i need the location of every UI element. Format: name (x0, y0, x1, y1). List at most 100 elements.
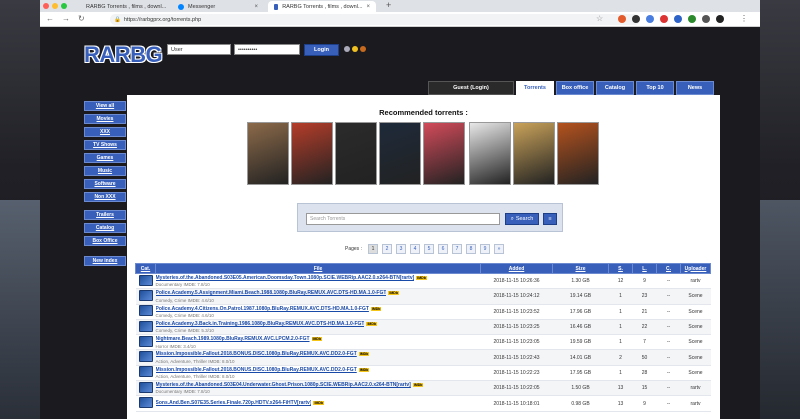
category-cell[interactable] (135, 395, 156, 412)
browser-tab[interactable]: Messenger × (172, 1, 264, 12)
comments-cell[interactable]: -- (656, 380, 681, 397)
category-icon[interactable] (138, 397, 153, 409)
recommended-poster[interactable] (379, 122, 421, 185)
comments-cell[interactable]: -- (656, 288, 681, 305)
password-input[interactable]: •••••••••• (234, 44, 300, 55)
minimize-window-icon[interactable] (52, 3, 58, 9)
browser-tab-active[interactable]: RARBG Torrents , films , downl... × (268, 1, 376, 12)
torrent-title-link[interactable]: Mysteries.of.the.Abandoned.S03E05.Americ… (156, 275, 415, 281)
comments-cell[interactable]: -- (656, 304, 681, 320)
category-icon[interactable] (138, 351, 153, 363)
torrent-title-link[interactable]: Mission.Impossible.Fallout.2018.BONUS.DI… (156, 367, 357, 373)
page-link[interactable]: 9 (479, 244, 490, 254)
search-button[interactable]: ⌕ Search (505, 213, 539, 225)
recommended-poster[interactable] (247, 122, 289, 185)
category-cell[interactable] (135, 304, 156, 320)
category-cell[interactable] (135, 288, 156, 305)
category-cell[interactable] (135, 319, 156, 336)
tab-torrents[interactable]: Torrents (516, 81, 554, 95)
sidebar-item-tv-shows[interactable]: TV Shows (84, 140, 126, 150)
browser-tab[interactable]: RARBG Torrents , films , downl... × (76, 1, 168, 12)
category-icon[interactable] (138, 274, 153, 286)
col-header-added[interactable]: Added (480, 263, 553, 274)
sidebar-item-new-index[interactable]: New index (84, 256, 126, 266)
advanced-search-toggle[interactable]: ≡ (543, 213, 557, 225)
close-tab-icon[interactable]: × (254, 4, 258, 10)
sidebar-item-view-all[interactable]: View all (84, 101, 126, 111)
sidebar-item-box-office[interactable]: Box Office (84, 236, 126, 246)
rss-icon[interactable] (360, 46, 366, 52)
next-page-link[interactable]: » (493, 244, 504, 254)
recommended-poster[interactable] (513, 122, 555, 185)
sidebar-item-trailers[interactable]: Trailers (84, 210, 126, 220)
category-icon[interactable] (138, 335, 153, 347)
recommended-poster[interactable] (557, 122, 599, 185)
profile-avatar[interactable] (716, 15, 724, 23)
torrent-title-link[interactable]: Mysteries.of.the.Abandoned.S03E04.Underw… (156, 382, 411, 388)
category-icon[interactable] (138, 305, 153, 317)
category-icon[interactable] (138, 320, 153, 332)
torrent-title-link[interactable]: Mission.Impossible.Fallout.2018.BONUS.DI… (156, 351, 357, 357)
sidebar-item-non-xxx[interactable]: Non XXX (84, 192, 126, 202)
comments-cell[interactable]: -- (656, 349, 681, 366)
col-header-size[interactable]: Size (552, 263, 609, 274)
comments-cell[interactable]: -- (656, 319, 681, 336)
new-tab-button[interactable]: + (386, 0, 391, 10)
col-header-category[interactable]: Cat. (135, 263, 156, 274)
gear-icon[interactable] (344, 46, 350, 52)
category-icon[interactable] (138, 366, 153, 378)
page-link[interactable]: 2 (381, 244, 392, 254)
col-header-seeders[interactable]: S. (608, 263, 633, 274)
login-button[interactable]: Login (304, 44, 339, 56)
bookmark-star-icon[interactable]: ☆ (596, 14, 603, 23)
maximize-window-icon[interactable] (61, 3, 67, 9)
extension-icon[interactable] (674, 15, 682, 23)
page-link[interactable]: 6 (437, 244, 448, 254)
page-link[interactable]: 3 (395, 244, 406, 254)
col-header-comments[interactable]: C. (656, 263, 681, 274)
sidebar-item-movies[interactable]: Movies (84, 114, 126, 124)
tab-catalog[interactable]: Catalog (596, 81, 634, 95)
recommended-poster[interactable] (469, 122, 511, 185)
torrent-title-link[interactable]: Police.Academy.3.Back.in.Training.1986.1… (156, 321, 365, 327)
category-cell[interactable] (135, 334, 156, 351)
torrent-title-link[interactable]: Police.Academy.4.Citizens.On.Patrol.1987… (156, 306, 369, 312)
torrent-title-link[interactable]: Nightmare.Beach.1989.1080p.BluRay.REMUX.… (156, 336, 310, 342)
address-bar[interactable]: 🔒 https://rarbgprx.org/torrents.php (110, 14, 640, 25)
guest-login-link[interactable]: Guest (Login) (428, 81, 514, 95)
comments-cell[interactable]: -- (656, 273, 681, 290)
comments-cell[interactable]: -- (656, 365, 681, 382)
recommended-poster[interactable] (291, 122, 333, 185)
search-input[interactable]: Search Torrents (306, 213, 500, 225)
rarbg-logo[interactable]: RARBG (84, 42, 163, 68)
extension-icon[interactable] (632, 15, 640, 23)
torrent-title-link[interactable]: Police.Academy.5.Assignment.Miami.Beach.… (156, 290, 387, 296)
extension-icon[interactable] (618, 15, 626, 23)
comments-cell[interactable]: -- (656, 395, 681, 412)
torrent-title-link[interactable]: Sons.And.Ben.S07E35.Series.Finale.720p.H… (156, 400, 312, 406)
extension-icon[interactable] (688, 15, 696, 23)
sidebar-item-xxx[interactable]: XXX (84, 127, 126, 137)
category-cell[interactable] (135, 349, 156, 366)
page-link[interactable]: 4 (409, 244, 420, 254)
close-window-icon[interactable] (43, 3, 49, 9)
reload-icon[interactable]: ↻ (78, 14, 85, 23)
star-icon[interactable] (352, 46, 358, 52)
col-header-leechers[interactable]: L. (632, 263, 657, 274)
page-link[interactable]: 7 (451, 244, 462, 254)
back-arrow-icon[interactable]: ← (46, 14, 54, 23)
page-link[interactable]: 1 (367, 244, 378, 254)
extension-icon[interactable] (702, 15, 710, 23)
page-link[interactable]: 8 (465, 244, 476, 254)
sidebar-item-software[interactable]: Software (84, 179, 126, 189)
recommended-poster[interactable] (423, 122, 465, 185)
category-cell[interactable] (135, 273, 156, 290)
category-cell[interactable] (135, 380, 156, 397)
col-header-uploader[interactable]: Uploader (680, 263, 711, 274)
sidebar-item-catalog[interactable]: Catalog (84, 223, 126, 233)
category-icon[interactable] (138, 289, 153, 301)
tab-top-10[interactable]: Top 10 (636, 81, 674, 95)
window-controls[interactable] (43, 3, 67, 9)
recommended-poster[interactable] (335, 122, 377, 185)
close-tab-icon[interactable]: × (366, 4, 370, 10)
